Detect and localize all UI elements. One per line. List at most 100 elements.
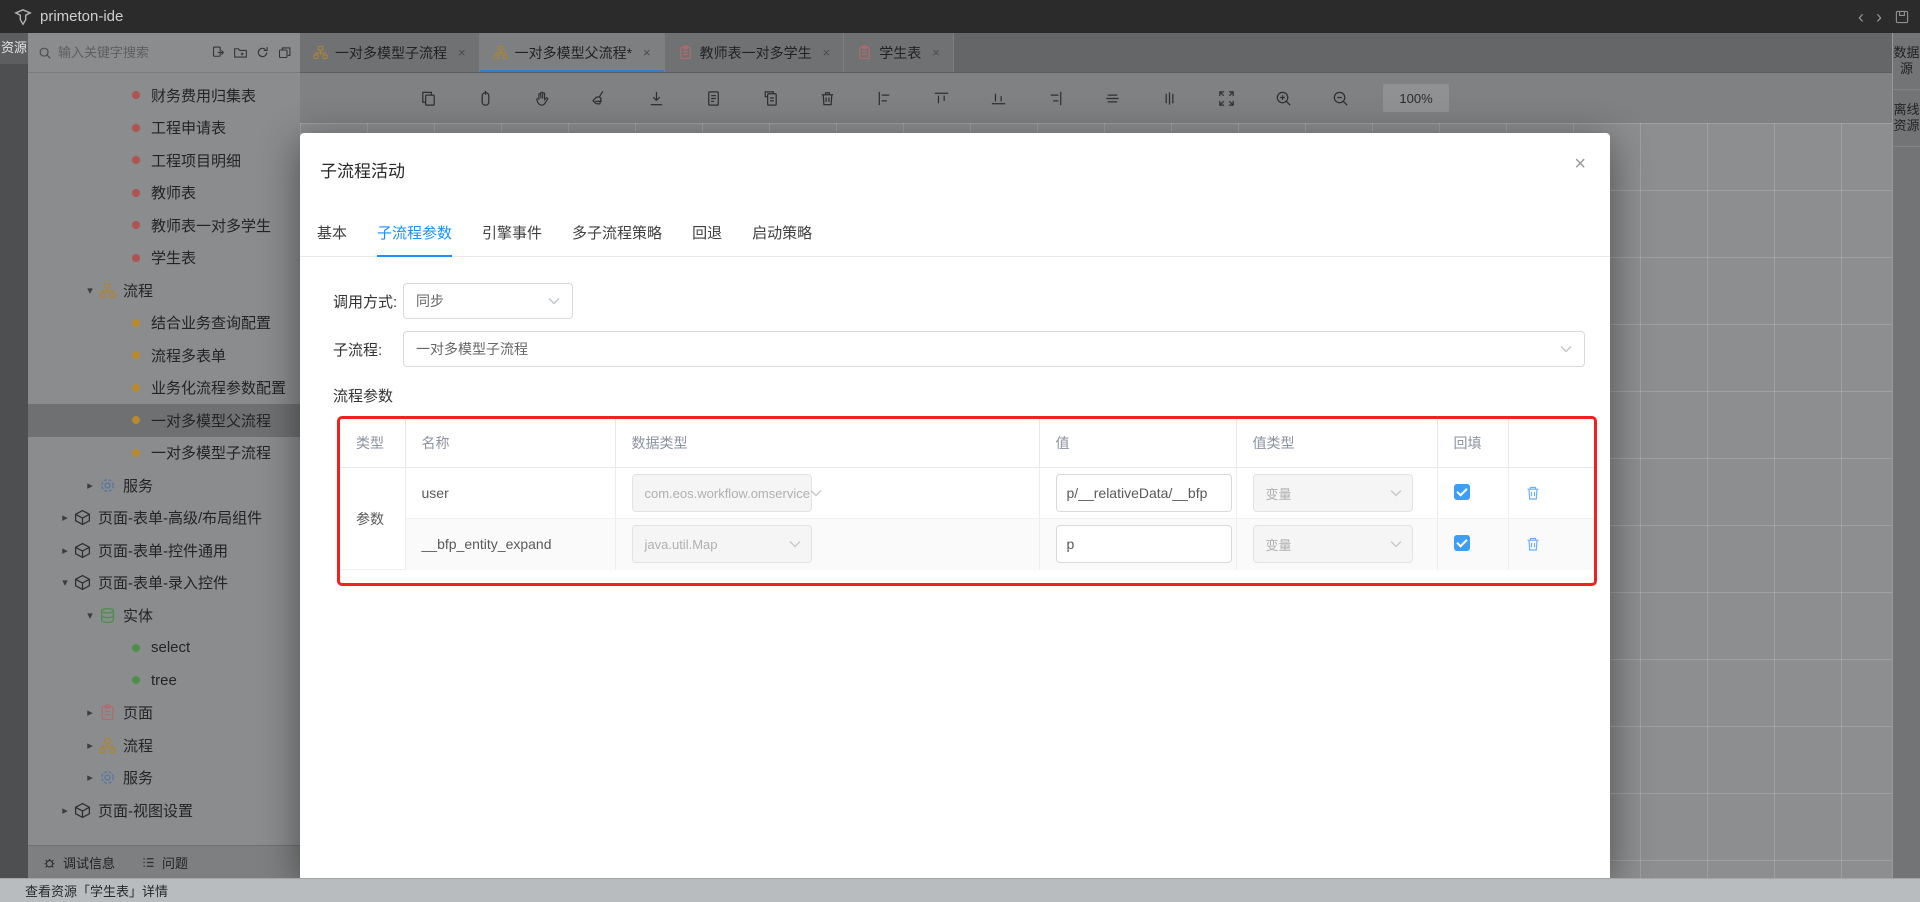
- database-icon: [99, 607, 116, 624]
- tree-item[interactable]: ▸ 页面-表单-高级/布局组件: [28, 502, 300, 535]
- document-icon[interactable]: [685, 89, 742, 108]
- zoom-in-icon[interactable]: [1255, 89, 1312, 108]
- tree-item[interactable]: 结合业务查询配置: [28, 307, 300, 340]
- tab-subprocess-params[interactable]: 子流程参数: [377, 222, 452, 256]
- clean-icon[interactable]: [571, 89, 628, 108]
- datatype-select[interactable]: com.eos.workflow.omservice: [632, 474, 812, 512]
- delete-row-icon[interactable]: [1525, 485, 1595, 501]
- tree-item[interactable]: 工程申请表: [28, 112, 300, 145]
- delete-icon[interactable]: [799, 89, 856, 108]
- tree-item-label: 工程申请表: [151, 117, 226, 138]
- tree-item[interactable]: 教师表一对多学生: [28, 209, 300, 242]
- tree-item[interactable]: ▾ 流程: [28, 274, 300, 307]
- tree-item[interactable]: ▸ 服务: [28, 469, 300, 502]
- align-center-vertical-icon[interactable]: [1141, 89, 1198, 108]
- copy-icon[interactable]: [400, 89, 457, 108]
- editor-tab[interactable]: 教师表一对多学生 ×: [665, 33, 845, 72]
- expand-arrow-icon[interactable]: ▾: [58, 576, 72, 589]
- tree-item[interactable]: ▸ 页面-视图设置: [28, 794, 300, 827]
- tree-item[interactable]: 财务费用归集表: [28, 79, 300, 112]
- delete-row-icon[interactable]: [1525, 536, 1595, 552]
- tree-item[interactable]: ▸ 页面: [28, 697, 300, 730]
- nav-forward-icon[interactable]: ›: [1876, 8, 1882, 26]
- col-datatype: 数据类型: [615, 419, 1039, 468]
- paste-icon[interactable]: [457, 89, 514, 108]
- tree-item[interactable]: 流程多表单: [28, 339, 300, 372]
- align-right-icon[interactable]: [1027, 89, 1084, 108]
- close-tab-icon[interactable]: ×: [458, 45, 466, 60]
- search-input[interactable]: [58, 45, 211, 60]
- debug-info-button[interactable]: 调试信息: [42, 853, 115, 872]
- tree-item[interactable]: 教师表: [28, 177, 300, 210]
- gear-icon: [99, 769, 116, 786]
- zoom-level-badge[interactable]: 100%: [1383, 84, 1449, 112]
- expand-arrow-icon[interactable]: ▸: [83, 706, 97, 719]
- collapse-all-icon[interactable]: [277, 45, 292, 60]
- expand-arrow-icon[interactable]: ▸: [58, 544, 72, 557]
- nav-back-icon[interactable]: ‹: [1858, 8, 1864, 26]
- tree-item[interactable]: ▾ 页面-表单-录入控件: [28, 567, 300, 600]
- copy-document-icon[interactable]: [742, 89, 799, 108]
- expand-arrow-icon[interactable]: ▾: [83, 284, 97, 297]
- save-icon[interactable]: [1894, 9, 1910, 25]
- editor-tab[interactable]: 一对多模型子流程 ×: [300, 33, 480, 72]
- expand-arrow-icon[interactable]: ▸: [83, 479, 97, 492]
- backfill-checkbox[interactable]: [1454, 535, 1470, 551]
- tree-item[interactable]: ▸ 服务: [28, 762, 300, 795]
- close-icon[interactable]: ×: [1574, 153, 1586, 176]
- tree-item[interactable]: tree: [28, 664, 300, 697]
- refresh-icon[interactable]: [255, 45, 270, 60]
- resource-dot-icon: [132, 449, 140, 457]
- datatype-select[interactable]: java.util.Map: [632, 525, 812, 563]
- tree-item[interactable]: 一对多模型父流程: [28, 404, 300, 437]
- fit-screen-icon[interactable]: [1198, 89, 1255, 108]
- activity-tab-resources[interactable]: 资源: [0, 33, 28, 64]
- expand-arrow-icon[interactable]: ▾: [83, 609, 97, 622]
- tree-item-label: 工程项目明细: [151, 150, 241, 171]
- tab-multi-subprocess-strategy[interactable]: 多子流程策略: [572, 222, 662, 256]
- value-type-select[interactable]: 变量: [1253, 474, 1413, 512]
- pan-hand-icon[interactable]: [514, 89, 571, 108]
- call-mode-select[interactable]: 同步: [403, 283, 573, 319]
- panel-tab-datasource[interactable]: 数据源: [1893, 33, 1920, 90]
- problems-button[interactable]: 问题: [141, 853, 188, 872]
- param-value-input[interactable]: [1056, 525, 1232, 563]
- param-value-input[interactable]: [1056, 474, 1232, 512]
- expand-arrow-icon[interactable]: ▸: [58, 804, 72, 817]
- tab-start-strategy[interactable]: 启动策略: [752, 222, 812, 256]
- download-icon[interactable]: [628, 89, 685, 108]
- tab-rollback[interactable]: 回退: [692, 222, 722, 256]
- align-top-icon[interactable]: [913, 89, 970, 108]
- close-tab-icon[interactable]: ×: [643, 45, 651, 60]
- align-center-horizontal-icon[interactable]: [1084, 89, 1141, 108]
- tree-item[interactable]: 工程项目明细: [28, 144, 300, 177]
- tree-item-label: 页面-表单-控件通用: [98, 540, 228, 561]
- tree-item[interactable]: ▸ 页面-表单-控件通用: [28, 534, 300, 567]
- value-type-select[interactable]: 变量: [1253, 525, 1413, 563]
- tree-item[interactable]: ▸ 流程: [28, 729, 300, 762]
- subprocess-select[interactable]: 一对多模型子流程: [403, 331, 1585, 367]
- align-left-icon[interactable]: [856, 89, 913, 108]
- tree-item[interactable]: ▾ 实体: [28, 599, 300, 632]
- backfill-checkbox[interactable]: [1454, 484, 1470, 500]
- editor-tab-active[interactable]: 一对多模型父流程* ×: [480, 33, 665, 72]
- new-folder-icon[interactable]: [233, 45, 248, 60]
- editor-tab[interactable]: 学生表 ×: [844, 33, 954, 72]
- locate-resource-icon[interactable]: [211, 45, 226, 60]
- tree-item[interactable]: 业务化流程参数配置: [28, 372, 300, 405]
- tab-engine-events[interactable]: 引擎事件: [482, 222, 542, 256]
- tree-item[interactable]: 学生表: [28, 242, 300, 275]
- chevron-down-icon: [1390, 540, 1402, 548]
- expand-arrow-icon[interactable]: ▸: [58, 511, 72, 524]
- tree-item[interactable]: select: [28, 632, 300, 665]
- close-tab-icon[interactable]: ×: [932, 45, 940, 60]
- panel-tab-offline-resource[interactable]: 离线资源: [1893, 90, 1920, 147]
- expand-arrow-icon[interactable]: ▸: [83, 771, 97, 784]
- tree-item-label: 学生表: [151, 247, 196, 268]
- zoom-out-icon[interactable]: [1312, 89, 1369, 108]
- align-bottom-icon[interactable]: [970, 89, 1027, 108]
- tab-basic[interactable]: 基本: [317, 222, 347, 256]
- expand-arrow-icon[interactable]: ▸: [83, 739, 97, 752]
- tree-item[interactable]: 一对多模型子流程: [28, 437, 300, 470]
- close-tab-icon[interactable]: ×: [823, 45, 831, 60]
